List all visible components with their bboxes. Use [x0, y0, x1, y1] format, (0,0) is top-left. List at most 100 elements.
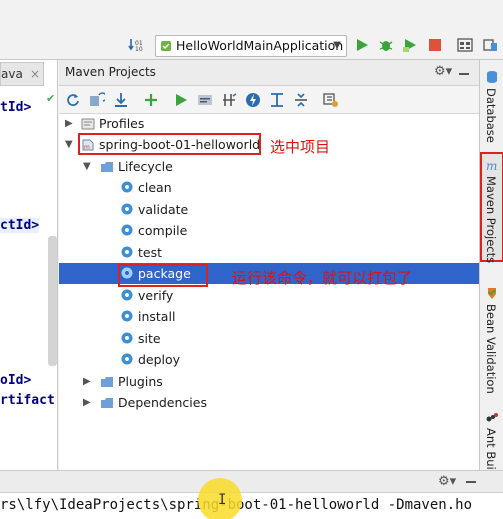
gear-icon — [121, 246, 133, 258]
code-line: tId> — [0, 100, 32, 115]
svg-text:m: m — [486, 159, 497, 172]
run-console[interactable]: rs\lfy\IdeaProjects\spring-boot-01-hello… — [0, 492, 503, 519]
bean-validation-icon — [488, 288, 496, 299]
hide-panel-icon[interactable] — [459, 73, 469, 75]
tree-item-label: validate — [138, 202, 189, 217]
hide-panel-icon[interactable] — [466, 481, 476, 483]
main-toolbar: 01 10 HelloWorldMainApplication ▼ — [0, 0, 503, 60]
gear-icon — [121, 224, 133, 236]
maven-icon: m — [486, 159, 497, 172]
sdk-icon[interactable] — [482, 37, 498, 53]
run-icon[interactable] — [354, 37, 370, 53]
run-panel-header: ⚙▾ — [0, 470, 503, 492]
tree-item-goal[interactable]: site — [59, 328, 479, 349]
lifecycle-folder-icon — [101, 162, 113, 172]
maven-toolbar — [59, 86, 479, 114]
chevron-down-icon: ▼ — [333, 40, 341, 51]
database-icon — [487, 71, 497, 83]
stop-icon[interactable] — [427, 37, 443, 53]
tree-item-label: Lifecycle — [118, 159, 173, 174]
tree-item-goal[interactable]: verify — [59, 285, 479, 306]
build-icon[interactable]: 01 10 — [128, 37, 144, 53]
run-configuration-label: HelloWorldMainApplication — [176, 38, 344, 53]
package-highlight-box — [118, 264, 208, 287]
settings-icon[interactable] — [323, 92, 339, 108]
tree-item-goal[interactable]: test — [59, 242, 479, 263]
code-editor[interactable]: ava × ✔ tId> ctId> oId> rtifact — [0, 60, 58, 470]
svg-text:10: 10 — [135, 46, 143, 53]
tool-tab-label: Database — [484, 88, 498, 143]
tree-item-goal[interactable]: deploy — [59, 349, 479, 370]
annotation-select-project: 选中项目 — [270, 138, 331, 156]
coverage-icon[interactable] — [402, 37, 418, 53]
code-line: oId> — [0, 373, 32, 388]
tree-item-label: compile — [138, 223, 188, 238]
ide-window: 01 10 HelloWorldMainApplication ▼ ava × … — [0, 0, 503, 519]
tree-item-lifecycle[interactable]: ▼ Lifecycle — [59, 156, 479, 177]
tree-item-goal[interactable]: validate — [59, 199, 479, 220]
tool-tab-maven-projects[interactable]: m Maven Projects — [480, 152, 503, 264]
skip-tests-icon[interactable] — [245, 92, 261, 108]
gear-icon — [121, 332, 133, 344]
ant-icon — [486, 413, 498, 422]
tree-item-label: site — [138, 331, 161, 346]
run-configuration-select[interactable]: HelloWorldMainApplication ▼ — [155, 35, 347, 57]
editor-tab[interactable]: ava × — [0, 62, 44, 86]
add-icon[interactable] — [143, 92, 159, 108]
plugins-folder-icon — [101, 377, 113, 387]
chevron-right-icon[interactable]: ▶ — [65, 113, 73, 134]
tree-item-profiles[interactable]: ▶ Profiles — [59, 113, 479, 134]
tool-tab-ant-build[interactable]: Ant Build — [480, 408, 503, 480]
tree-item-dependencies[interactable]: ▶ Dependencies — [59, 392, 479, 413]
tree-item-label: verify — [138, 288, 174, 303]
gear-icon — [121, 203, 133, 215]
chevron-right-icon[interactable]: ▶ — [83, 392, 91, 413]
tree-item-label: deploy — [138, 352, 181, 367]
project-structure-icon[interactable] — [457, 37, 473, 53]
chevron-down-icon[interactable]: ▼ — [83, 156, 91, 177]
tree-item-label: install — [138, 309, 176, 324]
dependencies-folder-icon — [101, 398, 113, 408]
tool-tab-label: Maven Projects — [484, 176, 498, 264]
toggle-offline-icon[interactable] — [221, 92, 237, 108]
tree-item-label: Plugins — [118, 374, 163, 389]
chevron-down-icon[interactable]: ▼ — [65, 134, 73, 155]
maven-panel-header: Maven Projects ⚙▾ — [59, 60, 479, 86]
close-icon[interactable]: × — [30, 63, 40, 85]
code-line: ctId> — [0, 218, 40, 233]
gear-icon — [121, 289, 133, 301]
tree-item-label: Profiles — [99, 116, 145, 131]
chevron-right-icon[interactable]: ▶ — [83, 371, 91, 392]
generate-sources-icon[interactable] — [89, 92, 105, 108]
gear-icon[interactable]: ⚙▾ — [438, 474, 456, 489]
tree-item-goal[interactable]: clean — [59, 177, 479, 198]
tree-item-goal[interactable]: install — [59, 306, 479, 327]
project-highlight-box — [78, 133, 261, 155]
code-line: rtifact — [0, 393, 55, 408]
profiles-icon — [81, 118, 95, 130]
tool-tab-bean-validation[interactable]: Bean Validation — [480, 284, 503, 404]
gear-icon — [121, 181, 133, 193]
collapse-all-icon[interactable] — [293, 92, 309, 108]
reimport-icon[interactable] — [65, 92, 81, 108]
tool-tab-database[interactable]: Database — [480, 68, 503, 148]
run-maven-build-icon[interactable] — [173, 92, 189, 108]
maven-panel-title: Maven Projects — [65, 65, 156, 79]
tree-item-plugins[interactable]: ▶ Plugins — [59, 371, 479, 392]
tree-item-label: Dependencies — [118, 395, 207, 410]
editor-scrollbar[interactable] — [48, 236, 57, 366]
spring-boot-icon — [161, 41, 171, 51]
tool-tab-label: Bean Validation — [484, 304, 498, 394]
debug-icon[interactable] — [378, 37, 394, 53]
execute-goal-icon[interactable] — [197, 92, 213, 108]
gear-icon[interactable]: ⚙▾ — [434, 64, 452, 79]
show-dependencies-icon[interactable] — [269, 92, 285, 108]
editor-tab-label: ava — [1, 67, 23, 81]
right-tool-window-bar: Database m Maven Projects Bean Validatio… — [479, 60, 503, 480]
tree-item-goal[interactable]: compile — [59, 220, 479, 241]
download-icon[interactable] — [113, 92, 129, 108]
maven-projects-panel: Maven Projects ⚙▾ ▶ Profiles ▼ m spring-… — [59, 60, 479, 470]
text-cursor-icon: I — [218, 492, 227, 508]
tree-item-label: clean — [138, 180, 172, 195]
tree-item-label: test — [138, 245, 163, 260]
